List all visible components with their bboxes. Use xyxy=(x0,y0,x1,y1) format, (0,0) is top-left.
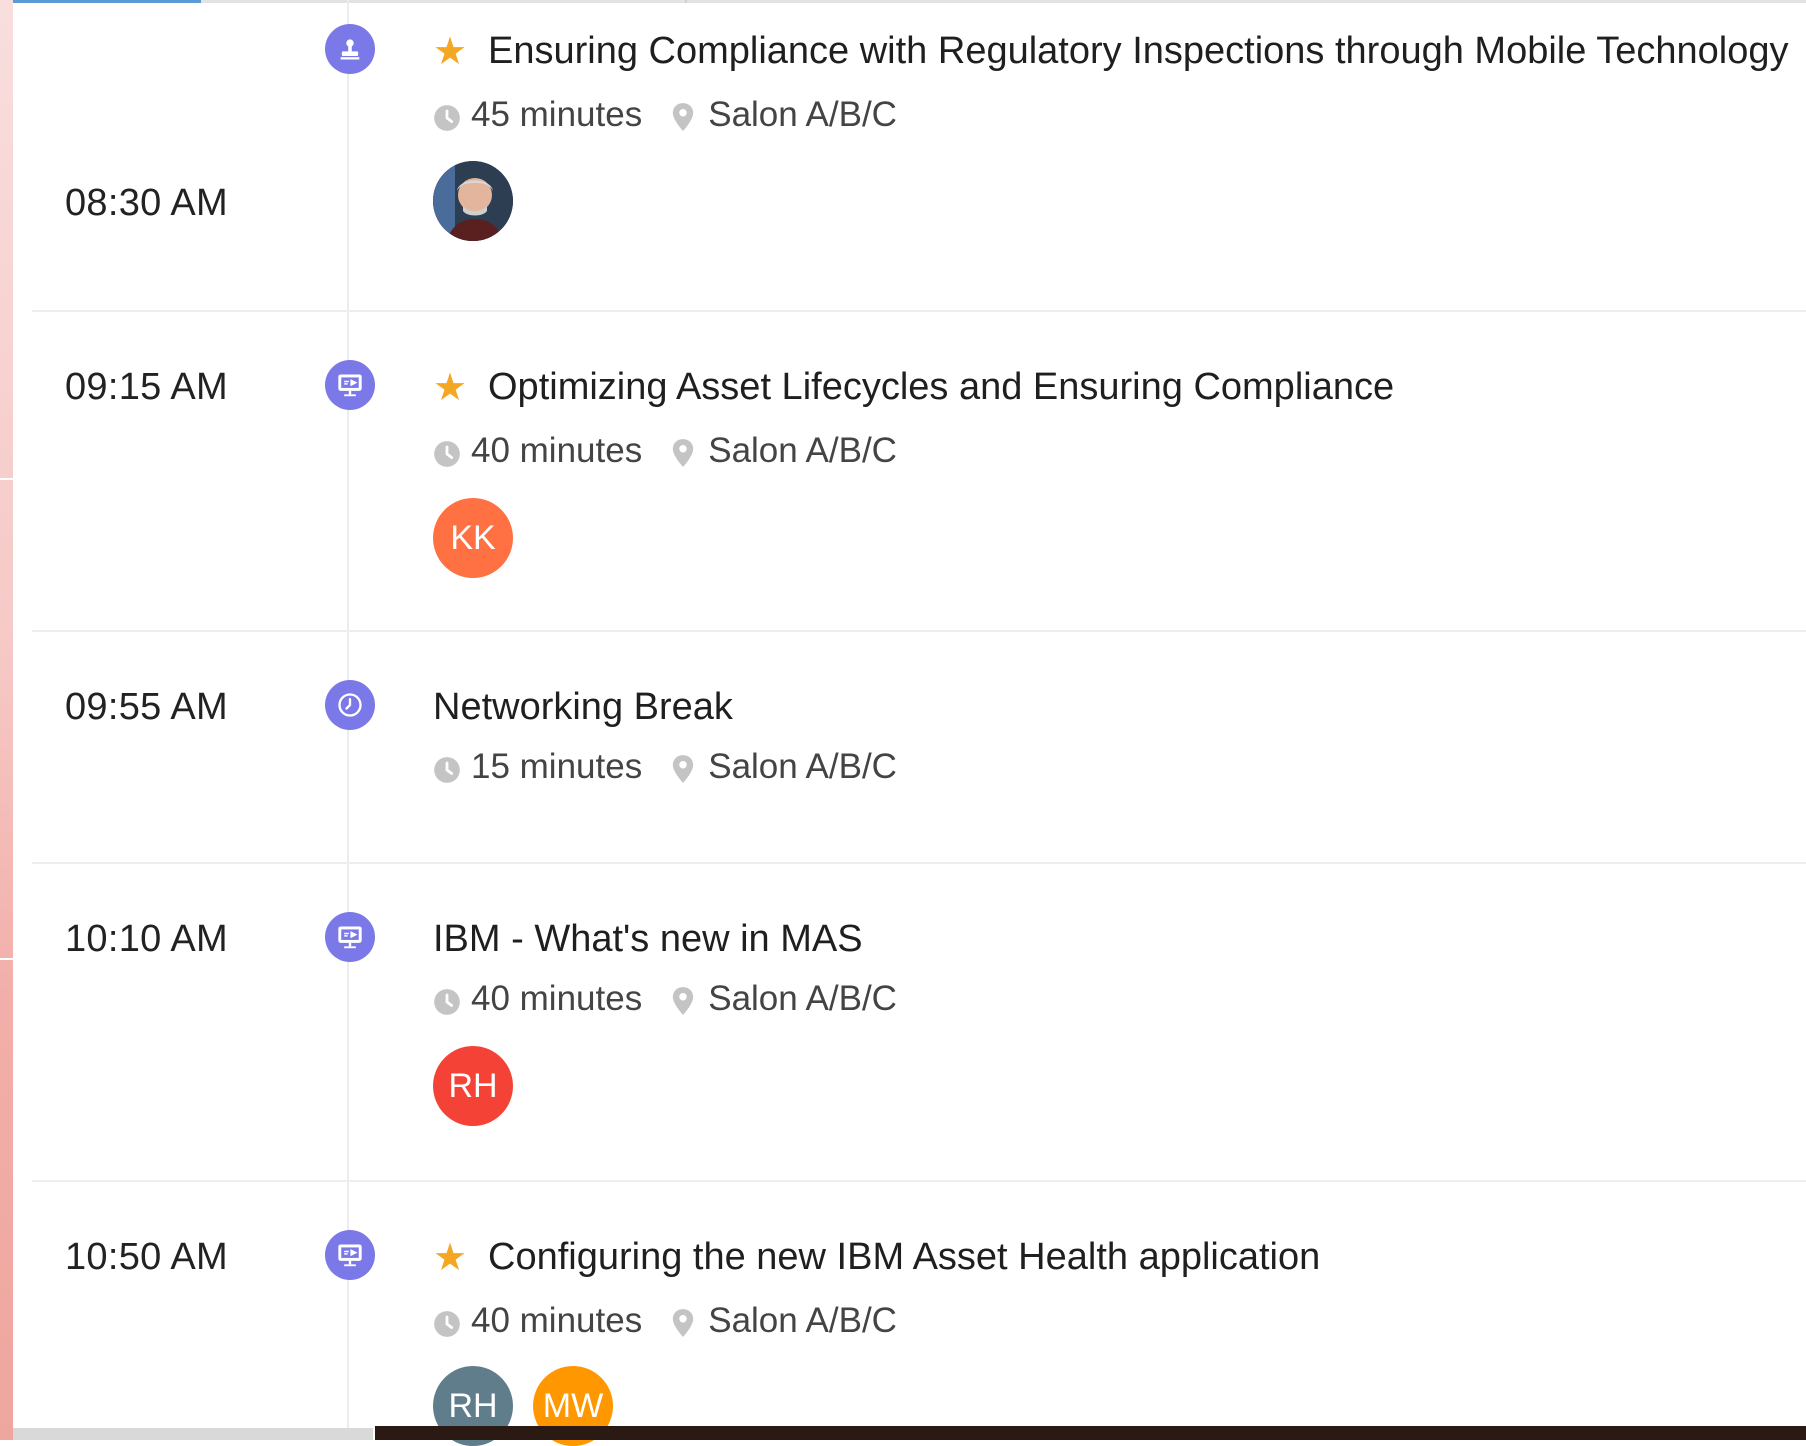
location-pin-icon xyxy=(673,987,694,1015)
edge-divider xyxy=(0,478,13,480)
presentation-icon xyxy=(325,1230,375,1280)
bottom-panel-bar xyxy=(375,1426,1806,1440)
session-title[interactable]: Ensuring Compliance with Regulatory Insp… xyxy=(488,30,1788,73)
clock-icon xyxy=(434,989,460,1015)
session-row[interactable]: 10:50 AM ★ Configuring the new IBM Asset… xyxy=(32,1180,1806,1446)
session-duration: 40 minutes xyxy=(471,1301,643,1340)
session-location: Salon A/B/C xyxy=(708,979,897,1018)
session-title[interactable]: Networking Break xyxy=(433,686,733,729)
clock-icon xyxy=(434,1311,460,1337)
location-pin-icon xyxy=(673,439,694,467)
session-location: Salon A/B/C xyxy=(708,747,897,786)
session-title[interactable]: Configuring the new IBM Asset Health app… xyxy=(488,1236,1320,1279)
horizontal-scrollbar-track[interactable] xyxy=(13,1428,373,1440)
star-icon[interactable]: ★ xyxy=(433,33,473,71)
session-row[interactable]: 09:15 AM ★ Optimizing Asset Lifecycles a… xyxy=(32,310,1806,632)
clock-icon xyxy=(434,757,460,783)
session-row[interactable]: 10:10 AM IBM - What's new in MAS 40 minu… xyxy=(32,862,1806,1182)
session-row[interactable]: 08:30 AM ★ Ensuring Compliance with Regu… xyxy=(32,0,1806,312)
certificate-icon xyxy=(325,24,375,74)
break-icon xyxy=(325,680,375,730)
star-icon[interactable]: ★ xyxy=(433,369,473,407)
avatar-initials: MW xyxy=(542,1386,604,1425)
avatar-initials: KK xyxy=(450,518,496,557)
session-duration: 40 minutes xyxy=(471,979,643,1018)
speaker-avatar-kk[interactable]: KK xyxy=(433,498,513,578)
presentation-icon xyxy=(325,912,375,962)
location-pin-icon xyxy=(673,755,694,783)
clock-icon xyxy=(434,441,460,467)
avatar-initials: RH xyxy=(448,1066,498,1105)
left-edge-strip xyxy=(0,0,13,1440)
session-location: Salon A/B/C xyxy=(708,1301,897,1340)
location-pin-icon xyxy=(673,1309,694,1337)
session-location: Salon A/B/C xyxy=(708,95,897,134)
session-duration: 15 minutes xyxy=(471,747,643,786)
star-icon[interactable]: ★ xyxy=(433,1239,473,1277)
session-time: 10:10 AM xyxy=(65,918,228,960)
edge-divider xyxy=(0,958,13,960)
session-title[interactable]: Optimizing Asset Lifecycles and Ensuring… xyxy=(488,366,1394,409)
location-pin-icon xyxy=(673,103,694,131)
session-duration: 45 minutes xyxy=(471,95,643,134)
session-time: 09:15 AM xyxy=(65,366,228,408)
session-location: Salon A/B/C xyxy=(708,431,897,470)
session-time: 08:30 AM xyxy=(65,182,228,224)
session-title[interactable]: IBM - What's new in MAS xyxy=(433,918,863,961)
session-time: 10:50 AM xyxy=(65,1236,228,1278)
speaker-avatar-rh[interactable]: RH xyxy=(433,1046,513,1126)
presentation-icon xyxy=(325,360,375,410)
session-row[interactable]: 09:55 AM Networking Break 15 minutes Sal… xyxy=(32,630,1806,864)
avatar-initials: RH xyxy=(448,1386,498,1425)
session-time: 09:55 AM xyxy=(65,686,228,728)
clock-icon xyxy=(434,105,460,131)
speaker-avatar-photo[interactable] xyxy=(433,161,513,241)
session-duration: 40 minutes xyxy=(471,431,643,470)
